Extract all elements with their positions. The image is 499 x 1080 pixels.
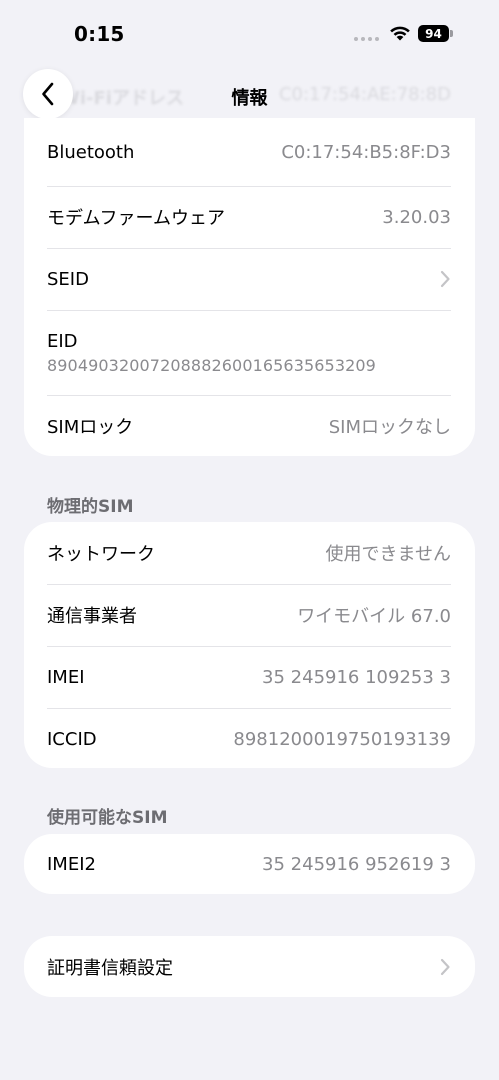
row-value[interactable]: 8981200019750193139 [233, 729, 451, 750]
row-label: モデムファームウェア [47, 208, 226, 229]
row-label: SIMロック [47, 417, 134, 438]
page-title: 情報 [231, 88, 268, 109]
row-value[interactable]: 35 245916 109253 3 [262, 667, 451, 688]
chevron-right-icon [440, 270, 450, 288]
row-label: 証明書信頼設定 [47, 957, 173, 979]
row-value[interactable]: ワイモバイル 67.0 [297, 602, 451, 628]
row-label: 通信事業者 [47, 606, 137, 627]
row-network: ネットワーク 使用できません [24, 522, 475, 584]
status-bar: 0:15 94 [0, 0, 499, 64]
row-certificate-trust-settings[interactable]: 証明書信頼設定 [24, 936, 475, 997]
row-value: SIMロックなし [328, 417, 451, 438]
wifi-icon [390, 26, 410, 41]
row-carrier: 通信事業者 ワイモバイル 67.0 [24, 584, 475, 646]
row-bluetooth: Bluetooth C0:17:54:B5:8F:D3 [24, 118, 475, 186]
battery-level: 94 [418, 25, 449, 42]
status-time: 0:15 [74, 22, 125, 46]
about-screen: 0:15 94 Wi-Fiアドレス C0:17:54:AE:78:8D 情報 B… [0, 0, 499, 1080]
row-iccid: ICCID 8981200019750193139 [24, 708, 475, 768]
battery-icon: 94 [418, 24, 453, 43]
available-sim-group: IMEI2 35 245916 952619 3 [24, 834, 475, 894]
row-label: IMEI2 [47, 853, 96, 875]
cellular-signal-icon [354, 37, 379, 41]
device-info-group: Bluetooth C0:17:54:B5:8F:D3 モデムファームウェア 3… [24, 118, 475, 456]
row-sim-lock: SIMロック SIMロックなし [24, 395, 475, 456]
physical-sim-group: ネットワーク 使用できません 通信事業者 ワイモバイル 67.0 IMEI 35… [24, 522, 475, 768]
row-modem-firmware: モデムファームウェア 3.20.03 [24, 186, 475, 248]
row-seid[interactable]: SEID [24, 248, 475, 310]
row-imei: IMEI 35 245916 109253 3 [24, 646, 475, 708]
row-value[interactable]: C0:17:54:B5:8F:D3 [281, 142, 451, 163]
certificate-group: 証明書信頼設定 [24, 936, 475, 997]
row-eid[interactable]: EID 89049032007208882600165635653209 [24, 310, 475, 395]
row-value[interactable]: 35 245916 952619 3 [262, 854, 451, 875]
eid-value: 89049032007208882600165635653209 [47, 355, 376, 375]
row-imei2: IMEI2 35 245916 952619 3 [24, 834, 475, 894]
row-label: Bluetooth [47, 141, 135, 163]
row-value: 使用できません [325, 544, 451, 565]
row-label: SEID [47, 268, 89, 290]
row-label: ネットワーク [47, 544, 155, 565]
row-label: IMEI [47, 666, 85, 688]
row-label: EID [47, 330, 78, 352]
section-header-physical-sim: 物理的SIM [47, 497, 134, 517]
section-header-available-sim: 使用可能なSIM [47, 808, 168, 828]
row-value[interactable]: 3.20.03 [382, 207, 451, 228]
row-label: ICCID [47, 728, 97, 750]
chevron-right-icon [440, 958, 450, 975]
